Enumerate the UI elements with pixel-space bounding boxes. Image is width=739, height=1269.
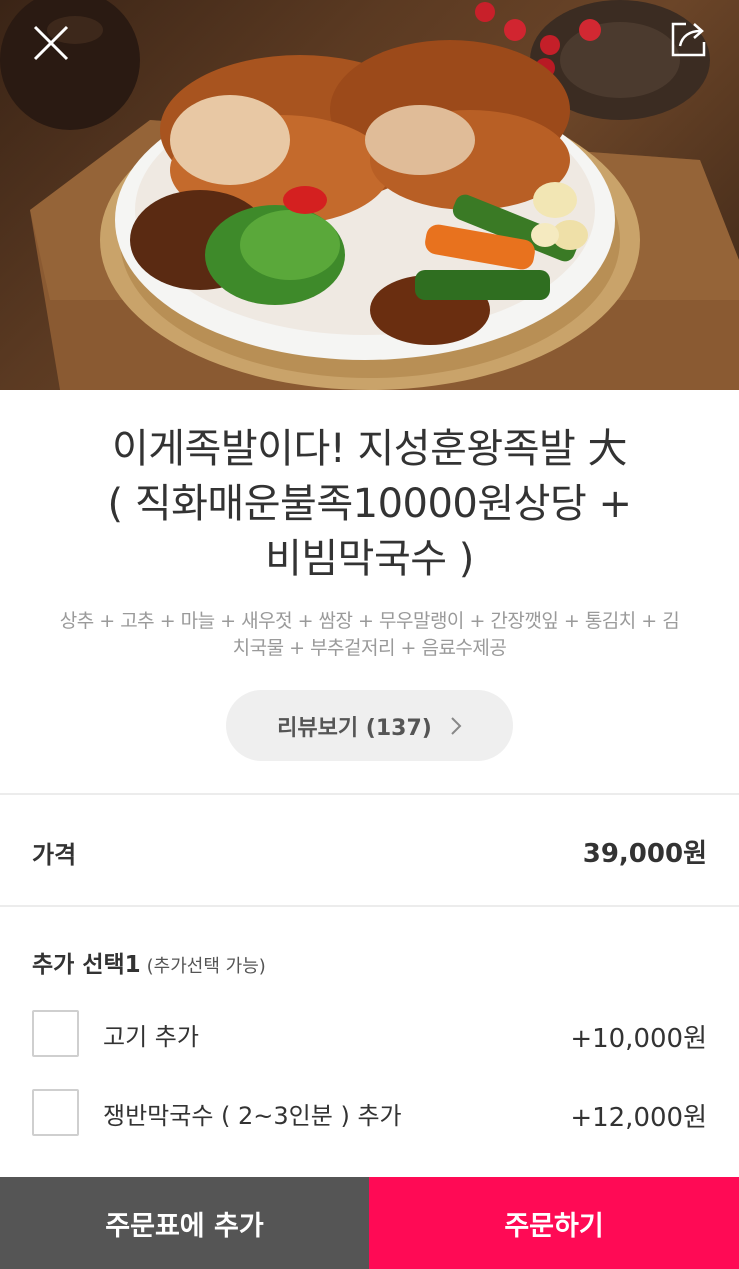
option-label[interactable]: 고기 추가 — [103, 1017, 199, 1052]
share-button[interactable] — [666, 16, 712, 62]
price-label: 가격 — [32, 841, 77, 869]
price-value: 39,000원 — [582, 839, 707, 869]
option-price: +12,000원 — [570, 1103, 707, 1133]
review-button-label: 리뷰보기 (137) — [277, 715, 432, 741]
product-title: 이게족발이다! 지성훈왕족발 大 ( 직화매운불족10000원상당 + 비빔막국… — [40, 422, 699, 587]
food-photo — [0, 0, 739, 390]
options-subtitle: (추가선택 가능) — [146, 956, 266, 977]
add-to-cart-button[interactable]: 주문표에 추가 — [0, 1177, 369, 1269]
order-button[interactable]: 주문하기 — [369, 1177, 739, 1269]
close-icon — [33, 25, 69, 61]
review-button[interactable]: 리뷰보기 (137) — [226, 690, 513, 761]
options-title: 추가 선택1 — [32, 952, 141, 978]
product-description-line: 상추 + 고추 + 마늘 + 새우젓 + 쌈장 + 무우말랭이 + 간장깻잎 +… — [59, 610, 680, 632]
divider — [0, 793, 739, 795]
product-title-line: 이게족발이다! 지성훈왕족발 大 — [111, 426, 628, 472]
options-section-title: 추가 선택1 (추가선택 가능) — [32, 945, 266, 979]
product-image — [0, 0, 739, 390]
share-icon — [671, 22, 706, 57]
option-checkbox-meat[interactable] — [32, 1010, 79, 1057]
option-price: +10,000원 — [570, 1024, 707, 1054]
close-button[interactable] — [26, 18, 76, 68]
product-title-line: ( 직화매운불족10000원상당 + — [107, 481, 633, 527]
option-label[interactable]: 쟁반막국수 ( 2~3인분 ) 추가 — [103, 1096, 402, 1131]
product-title-line: 비빔막국수 ) — [265, 536, 474, 582]
option-checkbox-noodle[interactable] — [32, 1089, 79, 1136]
product-description: 상추 + 고추 + 마늘 + 새우젓 + 쌈장 + 무우말랭이 + 간장깻잎 +… — [30, 608, 709, 662]
bottom-action-bar: 주문표에 추가 주문하기 — [0, 1177, 739, 1269]
divider — [0, 905, 739, 907]
chevron-right-icon — [450, 716, 462, 736]
product-description-line: 치국물 + 부추겉저리 + 음료수제공 — [232, 637, 507, 659]
